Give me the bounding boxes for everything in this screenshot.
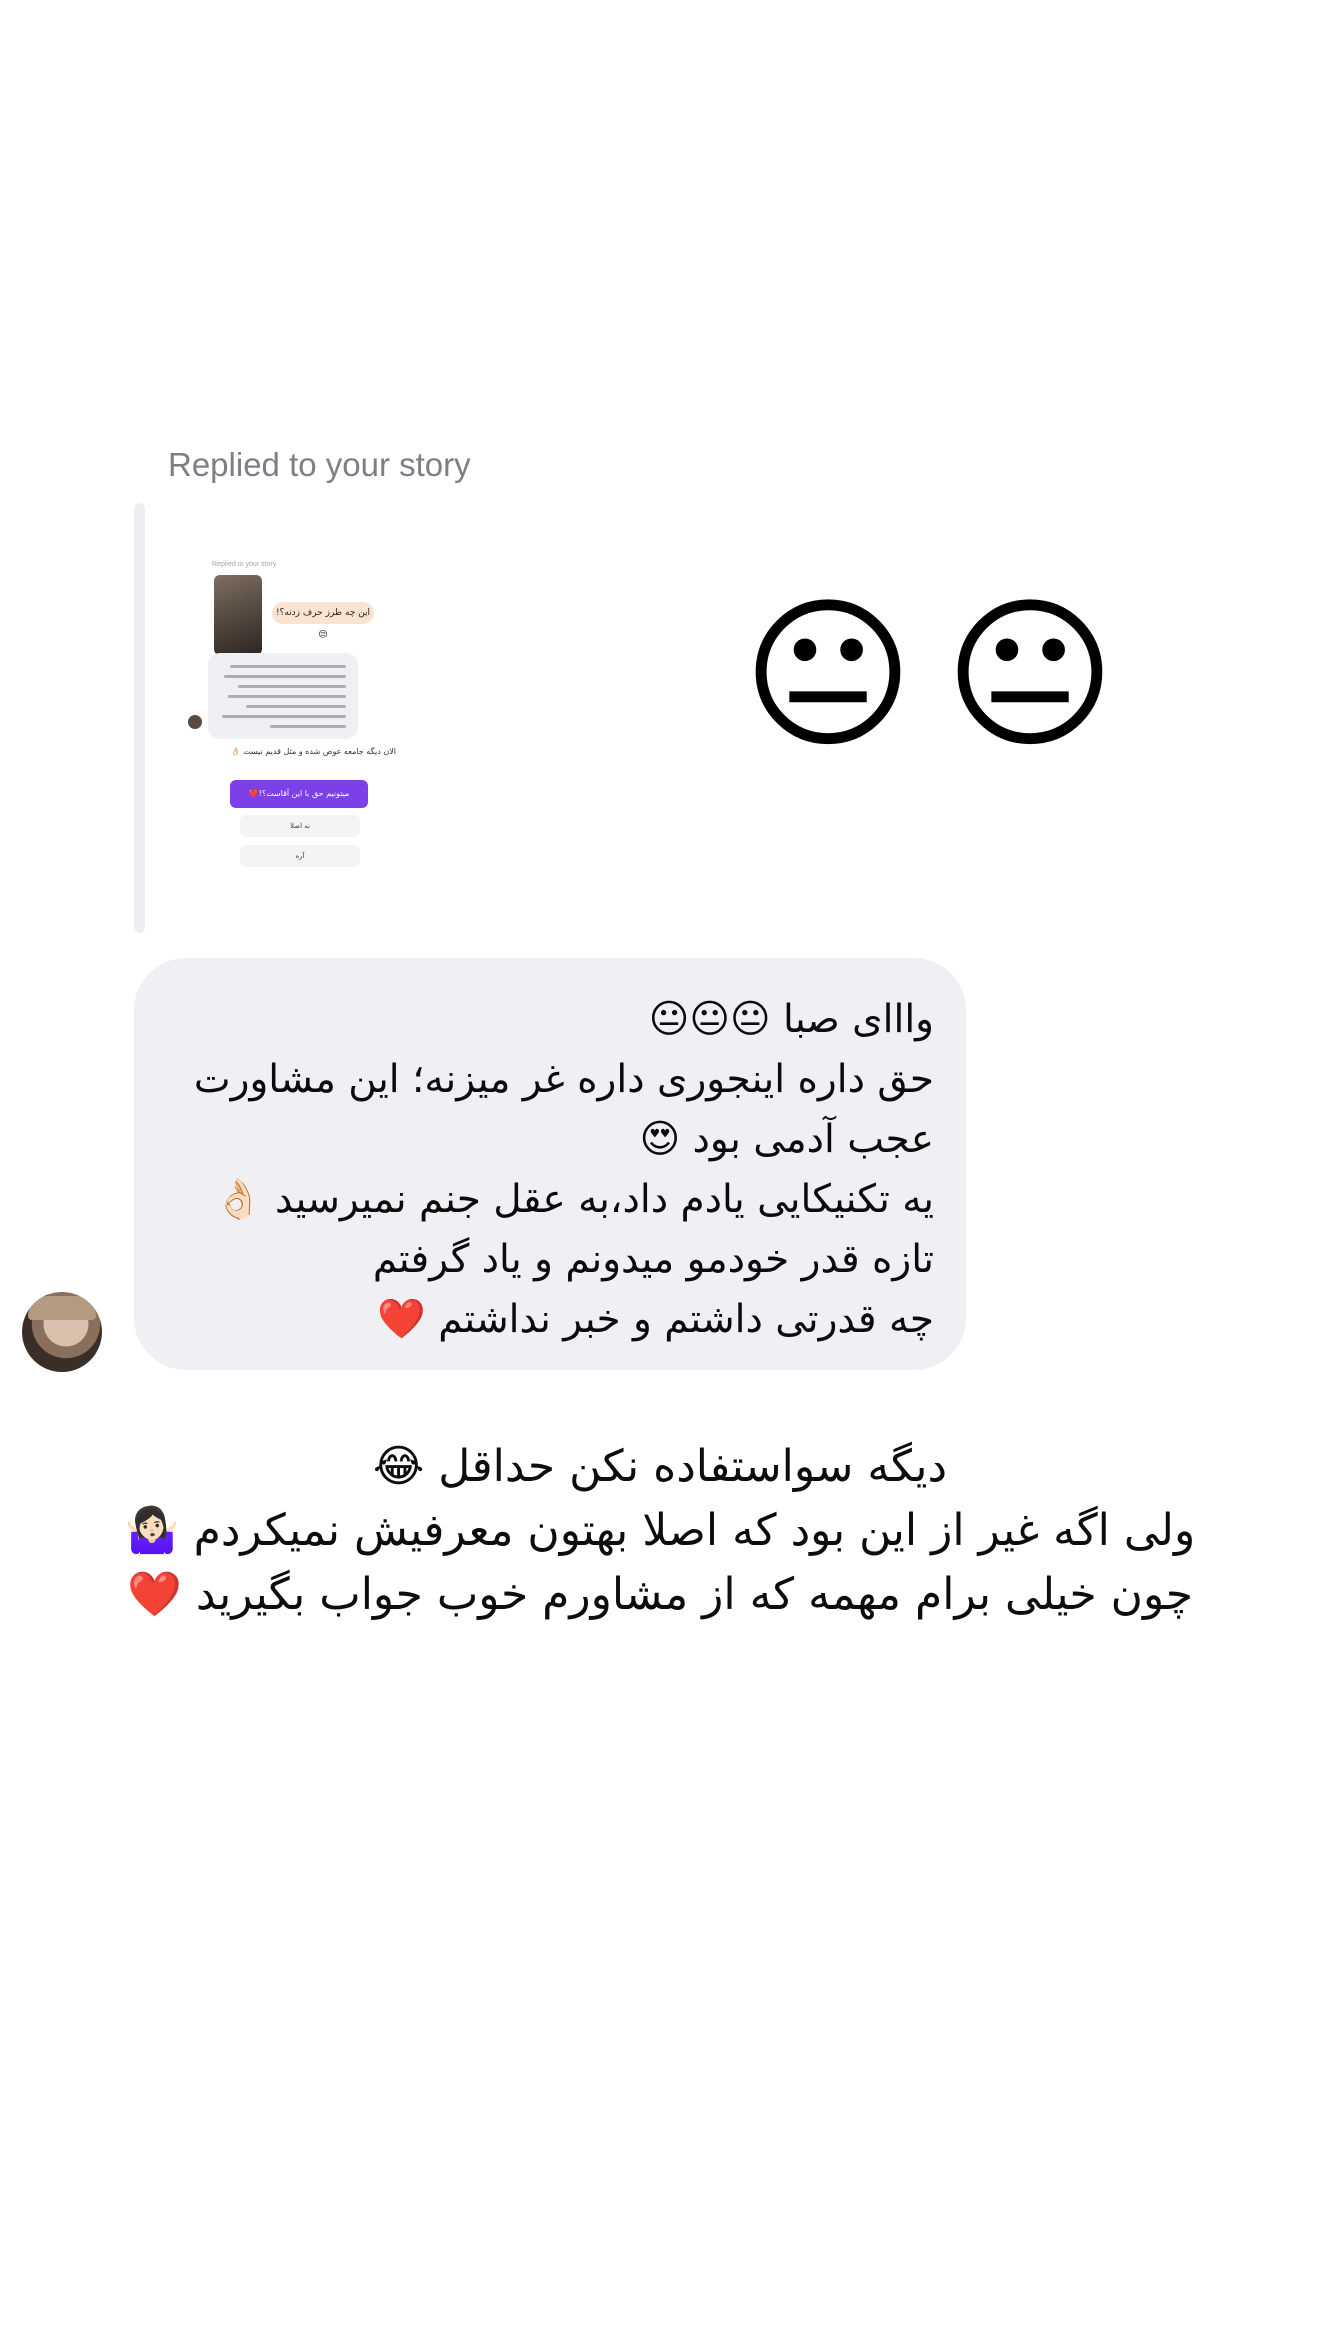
mini-option-yes: آره [240, 845, 360, 867]
mini-grey-bubble [208, 653, 358, 739]
sender-avatar[interactable] [22, 1292, 102, 1372]
mini-bottom-text: الان دیگه جامعه عوض شده و مثل قدیم نیست … [230, 747, 396, 756]
caption-line: ولی اگه غیر از این بود که اصلا بهتون معر… [124, 1505, 1196, 1556]
mini-peach-bubble: این چه طرز حرف زدنه؟!😒 [272, 602, 374, 640]
message-bubble[interactable]: وااای صبا 😐😐😐 حق داره اینجوری داره غر می… [134, 958, 966, 1370]
story-screenshot: Replied to your story این چه طرز حرف زدن… [188, 545, 448, 885]
mini-text-line [230, 665, 346, 668]
mini-text-line [228, 695, 346, 698]
message-line: وااای صبا 😐😐😐 [648, 997, 934, 1042]
caption-line: دیگه سواستفاده نکن حداقل 😂 [372, 1441, 948, 1492]
mini-text-line [222, 715, 346, 718]
replied-to-story-label: Replied to your story [168, 446, 471, 483]
mini-text-line [270, 725, 346, 728]
message-line: چه قدرتی داشتم و خبر نداشتم ❤️ [377, 1297, 934, 1342]
mini-story-photo [214, 575, 262, 655]
story-caption: دیگه سواستفاده نکن حداقل 😂 ولی اگه غیر ا… [60, 1435, 1260, 1627]
mini-purple-button: میتونیم حق با این آقاست؟!❤️ [230, 780, 368, 808]
mini-replied-caption: Replied to your story [212, 561, 277, 568]
story-reply-rail [134, 503, 145, 933]
message-line: تازه قدر خودمو میدونم و یاد گرفتم [372, 1237, 934, 1282]
neutral-face-emoji-2: 😐 [943, 579, 1116, 771]
message-line: حق داره اینجوری داره غر میزنه؛ این مشاور… [193, 1057, 934, 1102]
mini-text-line [238, 685, 346, 688]
mini-text-line [246, 705, 346, 708]
mini-avatar [188, 715, 202, 729]
neutral-face-emoji-1: 😐 [741, 579, 914, 771]
message-line: یه تکنیکایی یادم داد،به عقل جنم نمیرسید … [214, 1177, 934, 1222]
mini-option-no: نه اصلا [240, 815, 360, 837]
caption-line: چون خیلی برام مهمه که از مشاورم خوب جواب… [127, 1569, 1193, 1620]
avatar-hat [28, 1296, 96, 1320]
mini-text-line [224, 675, 346, 678]
message-text: وااای صبا 😐😐😐 حق داره اینجوری داره غر می… [164, 990, 934, 1350]
message-line: عجب آدمی بود 😍 [639, 1117, 934, 1162]
